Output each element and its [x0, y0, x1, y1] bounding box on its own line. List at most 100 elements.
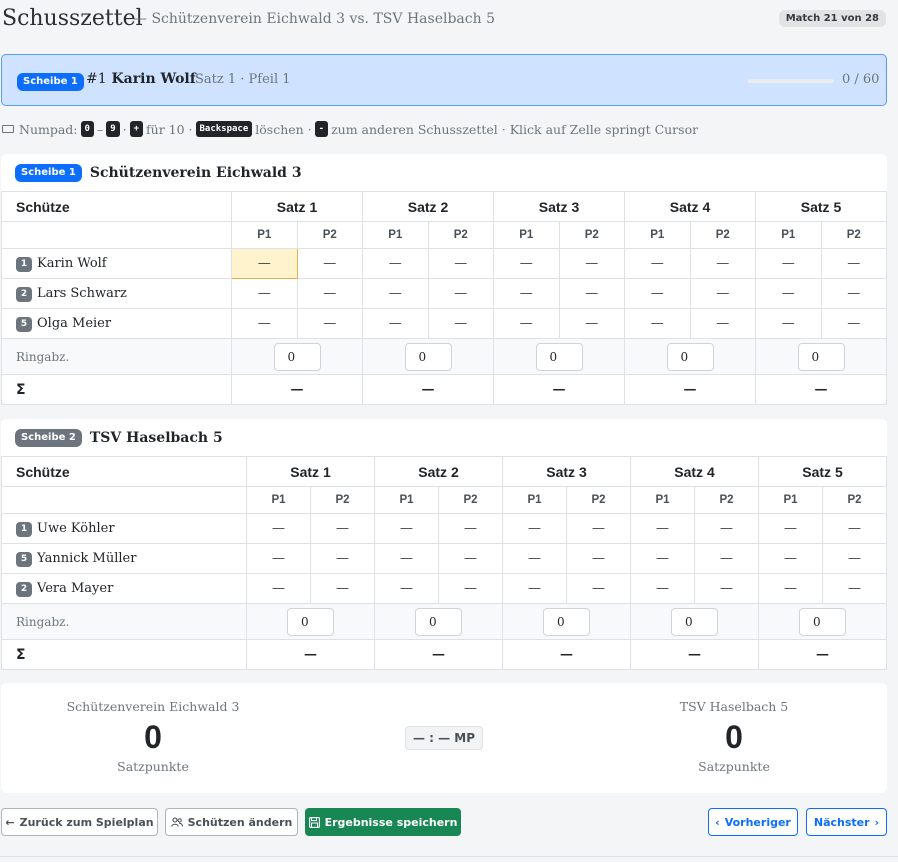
score-cell[interactable]: —	[502, 543, 567, 574]
arrow-header-p1: P1	[502, 486, 567, 514]
ring-deduction-input[interactable]: 0	[797, 342, 845, 371]
shooter-name: Vera Mayer	[37, 580, 114, 596]
score-cell[interactable]: —	[689, 248, 756, 279]
score-cell[interactable]: —	[758, 513, 823, 544]
score-cell[interactable]: —	[630, 573, 695, 604]
home-team-name: Schützenverein Eichwald 3	[66, 699, 240, 714]
arrow-header-p1: P1	[758, 486, 823, 514]
score-cell[interactable]: —	[246, 513, 311, 544]
ring-deduction-input[interactable]: 0	[543, 607, 590, 636]
score-cell[interactable]: —	[310, 573, 375, 604]
ring-deduction-input[interactable]: 0	[404, 342, 452, 371]
score-cell[interactable]: —	[493, 308, 560, 339]
away-points-label: Satzpunkte	[698, 759, 770, 774]
arrow-header-p2: P2	[427, 221, 494, 249]
score-cell[interactable]: —	[246, 573, 311, 604]
score-cell[interactable]: —	[566, 513, 631, 544]
score-cell[interactable]: —	[374, 543, 439, 574]
score-cell[interactable]: —	[362, 278, 429, 309]
score-cell[interactable]: —	[493, 278, 560, 309]
score-cell[interactable]: —	[758, 573, 823, 604]
ring-deduction-input[interactable]: 0	[671, 607, 718, 636]
score-cell[interactable]: —	[427, 278, 494, 309]
set-header-row: Schütze Satz 1 Satz 2 Satz 3 Satz 4 Satz 5	[1, 191, 887, 222]
score-cell[interactable]: —	[558, 248, 625, 279]
score-cell[interactable]: —	[820, 308, 887, 339]
score-cell[interactable]: —	[231, 308, 298, 339]
score-cell[interactable]: —	[624, 308, 691, 339]
score-cell[interactable]: —	[362, 308, 429, 339]
score-cell[interactable]: —	[758, 543, 823, 574]
score-cell[interactable]: —	[694, 573, 759, 604]
score-cell[interactable]: —	[755, 308, 822, 339]
score-cell[interactable]: —	[755, 248, 822, 279]
change-shooters-button[interactable]: Schützen ändern	[165, 808, 298, 836]
score-cell[interactable]: —	[689, 308, 756, 339]
score-cell[interactable]: —	[362, 248, 429, 279]
score-cell[interactable]: —	[822, 513, 887, 544]
score-cell[interactable]: —	[822, 543, 887, 574]
score-cell[interactable]: —	[820, 248, 887, 279]
score-cell[interactable]: —	[566, 543, 631, 574]
ring-deduction-input[interactable]: 0	[535, 342, 583, 371]
active-shooter-label: Karin Wolf	[111, 71, 196, 87]
score-cell[interactable]: —	[822, 573, 887, 604]
score-cell[interactable]: —	[296, 248, 363, 279]
progress-count: 0 / 60	[842, 72, 880, 87]
ring-deduction-input[interactable]: 0	[666, 342, 714, 371]
set-sum-cell: —	[755, 374, 887, 405]
score-cell[interactable]: —	[630, 513, 695, 544]
score-table: Schütze Satz 1 Satz 2 Satz 3 Satz 4 Satz 5 P1 P…	[1, 456, 887, 670]
score-cell[interactable]: —	[694, 513, 759, 544]
score-cell[interactable]: —	[689, 278, 756, 309]
ring-deduction-input[interactable]: 0	[415, 607, 462, 636]
score-cell[interactable]: —	[438, 543, 503, 574]
score-cell[interactable]: —	[558, 278, 625, 309]
score-cell[interactable]: —	[624, 278, 691, 309]
set-sum-cell: —	[362, 374, 494, 405]
score-cell[interactable]: —	[310, 513, 375, 544]
score-cell[interactable]: —	[566, 573, 631, 604]
score-cell[interactable]: —	[630, 543, 695, 574]
score-cell[interactable]: —	[558, 308, 625, 339]
shooter-name: Yannick Müller	[37, 550, 137, 566]
next-button[interactable]: Nächster ›	[806, 808, 887, 836]
previous-button[interactable]: ‹ Vorheriger	[708, 808, 798, 836]
ring-deduction-input[interactable]: 0	[273, 342, 321, 371]
set-sum-cell: —	[758, 639, 887, 670]
score-cell[interactable]: —	[502, 573, 567, 604]
score-cell[interactable]: —	[502, 513, 567, 544]
score-cell[interactable]: —	[493, 248, 560, 279]
save-results-button[interactable]: Ergebnisse speichern	[305, 808, 461, 836]
score-cell[interactable]: —	[296, 308, 363, 339]
set-header-2: Satz 2	[374, 456, 503, 487]
score-cell[interactable]: —	[438, 573, 503, 604]
save-icon	[308, 816, 320, 828]
arrow-header-p2: P2	[566, 486, 631, 514]
score-cell[interactable]: —	[310, 543, 375, 574]
score-cell[interactable]: —	[231, 278, 298, 309]
arrow-header-p2: P2	[689, 221, 756, 249]
score-cell[interactable]: —	[374, 573, 439, 604]
score-cell[interactable]: —	[246, 543, 311, 574]
score-cell[interactable]: —	[755, 278, 822, 309]
ring-deduction-cell: 0	[755, 338, 887, 375]
score-cell[interactable]: —	[694, 543, 759, 574]
score-cell[interactable]: —	[427, 308, 494, 339]
ring-deduction-input[interactable]: 0	[799, 607, 846, 636]
score-cell[interactable]: —	[427, 248, 494, 279]
chevron-left-icon: ‹	[715, 815, 720, 829]
score-cell[interactable]: —	[438, 513, 503, 544]
shooter-name-cell: 2 Lars Schwarz	[1, 278, 232, 309]
score-cell[interactable]: —	[296, 278, 363, 309]
ring-deduction-input[interactable]: 0	[287, 607, 334, 636]
scoresheet-team-1: Scheibe 1 Schützenverein Eichwald 3 Schü…	[1, 154, 887, 405]
score-cell[interactable]: —	[820, 278, 887, 309]
save-label: Ergebnisse speichern	[324, 815, 458, 829]
score-cell[interactable]: —	[231, 248, 298, 279]
score-cell[interactable]: —	[374, 513, 439, 544]
shooter-column-header: Schütze	[1, 191, 232, 222]
back-to-schedule-button[interactable]: ← Zurück zum Spielplan	[1, 808, 158, 836]
keyboard-hint: Numpad: 0 – 9 · + für 10 · Backspace lös…	[2, 121, 698, 137]
score-cell[interactable]: —	[624, 248, 691, 279]
